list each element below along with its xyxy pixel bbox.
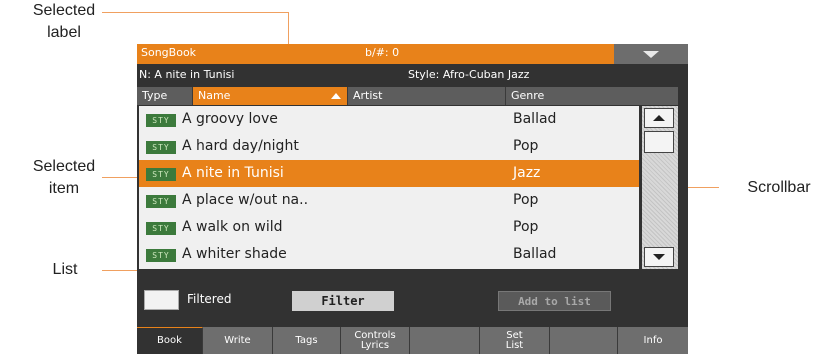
list-item[interactable]: STY A whiter shade Ballad (139, 241, 639, 268)
filtered-checkbox[interactable] (144, 290, 179, 310)
callout-list: List (52, 261, 78, 278)
list-item[interactable]: STY A place w/out na.. Pop (139, 187, 639, 214)
callout-selected-label: Selected label (24, 0, 104, 44)
title-text: SongBook (141, 46, 197, 59)
callout-selected-item-line1: Selected (32, 158, 96, 175)
item-name: A nite in Tunisi (182, 165, 284, 181)
current-style-label: Style: Afro-Cuban Jazz (408, 68, 530, 81)
item-name: A groovy love (182, 111, 278, 127)
tab-set-label: Set (506, 329, 523, 341)
item-genre: Ballad (513, 111, 557, 127)
add-to-list-button[interactable]: Add to list (498, 291, 611, 311)
style-badge: STY (146, 141, 176, 154)
callout-selected-item: Selected item (24, 156, 104, 200)
header-genre-label: Genre (511, 89, 545, 102)
tab-write-label: Write (224, 334, 251, 346)
callout-selected-label-line1: Selected (32, 2, 96, 19)
tab-info[interactable]: Info (618, 327, 688, 354)
sort-ascending-icon (331, 93, 341, 99)
item-name: A place w/out na.. (182, 192, 309, 208)
transpose-field: b/#: 0 (365, 46, 400, 59)
header-artist-label: Artist (353, 89, 383, 102)
tab-bar: Book Write Tags Controls Lyrics Set List I… (137, 327, 688, 354)
tab-empty-2 (550, 327, 618, 354)
style-badge: STY (146, 249, 176, 262)
tab-info-label: Info (643, 334, 663, 346)
header-type-label: Type (142, 89, 168, 102)
page-menu-button[interactable] (614, 44, 688, 64)
item-name: A hard day/night (182, 138, 299, 154)
style-badge: STY (146, 195, 176, 208)
header-genre[interactable]: Genre (506, 87, 678, 105)
filtered-label: Filtered (187, 292, 232, 306)
callout-scrollbar: Scrollbar (747, 179, 811, 196)
callout-selected-label-hline (102, 12, 289, 13)
list-scrollbar[interactable] (642, 106, 678, 269)
tab-book-label: Book (157, 335, 182, 346)
scroll-down-icon[interactable] (644, 247, 674, 267)
scroll-thumb[interactable] (644, 131, 674, 153)
item-name: A walk on wild (182, 219, 283, 235)
list-item[interactable]: STY A hard day/night Pop (139, 133, 639, 160)
style-badge: STY (146, 222, 176, 235)
style-badge: STY (146, 114, 176, 127)
header-name[interactable]: Name (193, 87, 348, 105)
item-name: A whiter shade (182, 246, 287, 262)
filter-button[interactable]: Filter (292, 291, 394, 311)
header-artist[interactable]: Artist (348, 87, 506, 105)
tab-set-list[interactable]: Set List (480, 327, 550, 354)
item-genre: Pop (513, 219, 539, 235)
tab-tags[interactable]: Tags (273, 327, 341, 354)
tab-controls-label: Controls (354, 329, 396, 341)
tab-write[interactable]: Write (203, 327, 273, 354)
list-item[interactable]: STY A walk on wild Pop (139, 214, 639, 241)
song-list: STY A groovy love Ballad STY A hard day/… (139, 106, 639, 269)
item-genre: Jazz (513, 165, 541, 181)
callout-selected-label-line2: label (47, 24, 81, 41)
info-bar: N: A nite in Tunisi Style: Afro-Cuban Ja… (137, 67, 688, 83)
list-item[interactable]: STY A groovy love Ballad (139, 106, 639, 133)
column-headers: Type Name Artist Genre (137, 87, 678, 105)
current-song-label: N: A nite in Tunisi (139, 68, 235, 81)
songbook-screen: SongBook b/#: 0 N: A nite in Tunisi Styl… (137, 44, 688, 354)
header-type[interactable]: Type (137, 87, 193, 105)
list-item-selected[interactable]: STY A nite in Tunisi Jazz (139, 160, 639, 187)
tab-lyrics-label: Lyrics (360, 339, 390, 351)
item-genre: Pop (513, 138, 539, 154)
tab-book[interactable]: Book (137, 327, 203, 354)
header-name-label: Name (198, 89, 231, 102)
title-bar: SongBook b/#: 0 (137, 44, 688, 64)
tab-list-label: List (505, 339, 524, 351)
callout-selected-item-line2: item (48, 180, 80, 197)
style-badge: STY (146, 168, 176, 181)
item-genre: Pop (513, 192, 539, 208)
scroll-up-icon[interactable] (644, 108, 674, 128)
tab-tags-label: Tags (295, 334, 318, 346)
tab-controls-lyrics[interactable]: Controls Lyrics (341, 327, 410, 354)
item-genre: Ballad (513, 246, 557, 262)
tab-empty-1 (410, 327, 480, 354)
